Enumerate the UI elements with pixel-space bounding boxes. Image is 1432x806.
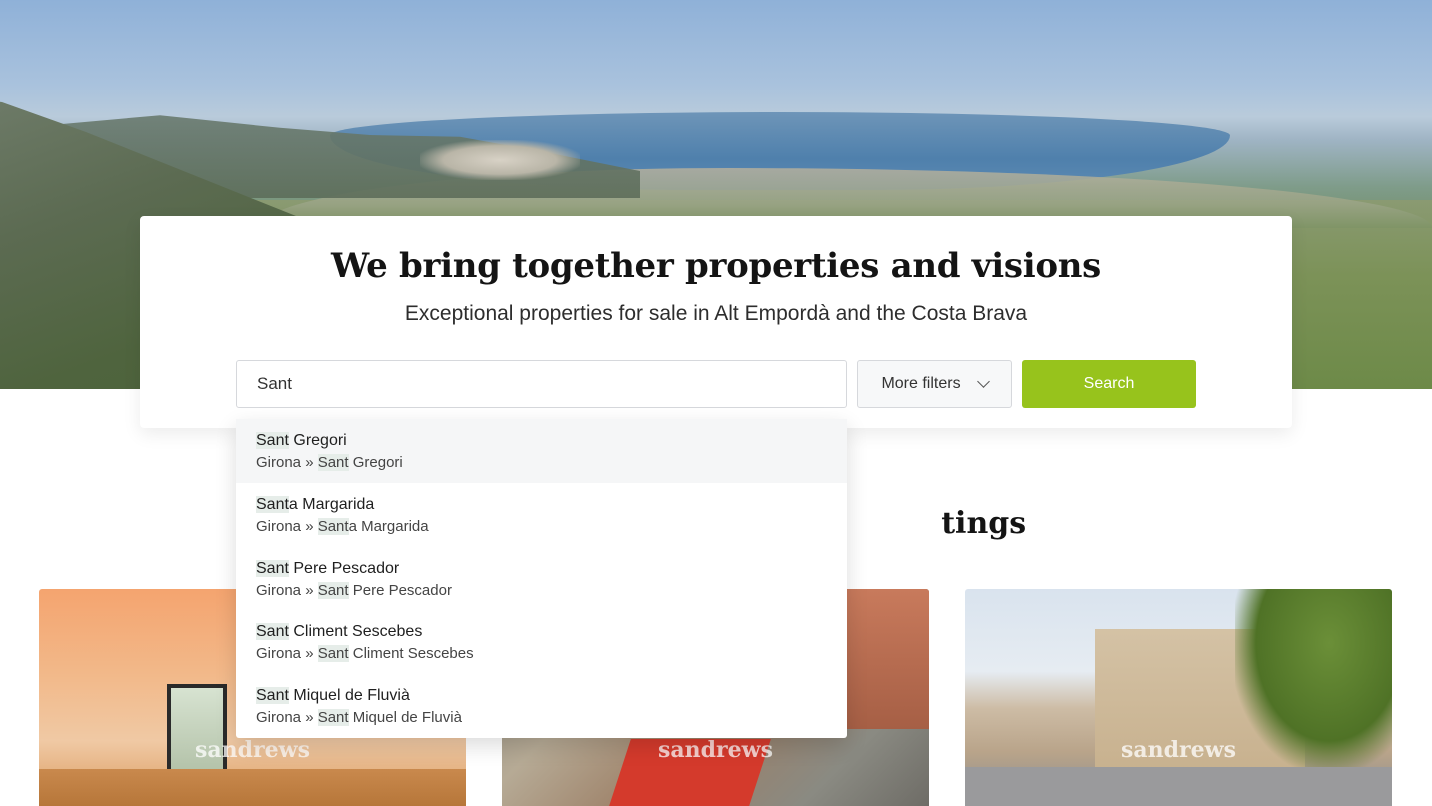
photo-watermark: sandrews [1121, 737, 1236, 763]
suggestion-name-rest: Pere Pescador [288, 559, 400, 577]
suggestion-match: Sant [256, 495, 289, 513]
listing-photo-block [847, 589, 929, 729]
page-subtitle: Exceptional properties for sale in Alt E… [404, 302, 1028, 325]
suggestion-region: Girona » [256, 709, 318, 727]
suggestion-region: Girona » [256, 581, 318, 599]
suggestion-name-rest: a Margarida [288, 495, 375, 513]
search-button[interactable]: Search [1022, 360, 1196, 408]
photo-watermark: sandrews [658, 737, 773, 763]
suggestion-item[interactable]: Santa Margarida Girona » Santa Margarida [236, 483, 847, 547]
suggestion-name-rest: Gregori [288, 432, 347, 449]
suggestion-region: Girona » [256, 454, 318, 471]
suggestion-match: Sant [256, 623, 289, 641]
suggestion-name: Sant Climent Sescebes [256, 622, 827, 642]
suggestion-item[interactable]: Sant Climent Sescebes Girona » Sant Clim… [236, 610, 847, 674]
hero-town [420, 140, 580, 180]
more-filters-button[interactable]: More filters [857, 360, 1012, 408]
autocomplete-dropdown: Sant Gregori Girona » Sant Gregori Santa… [236, 419, 847, 738]
suggestion-name: Santa Margarida [256, 495, 827, 515]
suggestion-name: Sant Pere Pescador [256, 559, 827, 579]
suggestion-path-match: Sant [317, 517, 349, 535]
search-input[interactable] [236, 360, 847, 408]
suggestion-path-rest: Climent Sescebes [348, 645, 474, 663]
suggestion-match: Sant [256, 432, 289, 449]
section-title-visible: tings [941, 506, 1027, 541]
photo-watermark: sandrews [195, 737, 310, 763]
suggestion-name-rest: Miquel de Fluvià [288, 687, 410, 705]
chevron-down-icon [976, 375, 990, 388]
page-title: We bring together properties and visions [331, 246, 1101, 286]
suggestion-path: Girona » Santa Margarida [256, 517, 827, 537]
suggestion-name: Sant Gregori [256, 431, 827, 451]
listing-photo-road [965, 767, 1392, 806]
suggestion-path: Girona » Sant Miquel de Fluvià [256, 708, 827, 728]
suggestion-path-rest: Pere Pescador [348, 581, 452, 599]
suggestion-path-rest: a Margarida [348, 517, 429, 535]
listing-photo-floor [39, 769, 466, 806]
suggestion-match: Sant [256, 559, 289, 577]
suggestion-path: Girona » Sant Gregori [256, 453, 827, 473]
suggestion-path: Girona » Sant Climent Sescebes [256, 644, 827, 664]
suggestion-item[interactable]: Sant Miquel de Fluvià Girona » Sant Miqu… [236, 674, 847, 738]
suggestion-path-match: Sant [317, 454, 349, 471]
suggestion-region: Girona » [256, 517, 318, 535]
suggestion-path-match: Sant [317, 645, 349, 663]
suggestion-path-rest: Miquel de Fluvià [348, 709, 462, 727]
more-filters-label: More filters [881, 375, 961, 392]
suggestion-path-match: Sant [317, 581, 349, 599]
suggestion-path-match: Sant [317, 709, 349, 727]
suggestion-region: Girona » [256, 645, 318, 663]
suggestion-path-rest: Gregori [348, 454, 403, 471]
suggestion-match: Sant [256, 687, 289, 705]
suggestion-name: Sant Miquel de Fluvià [256, 686, 827, 706]
suggestion-path: Girona » Sant Pere Pescador [256, 581, 827, 601]
suggestion-item[interactable]: Sant Pere Pescador Girona » Sant Pere Pe… [236, 547, 847, 611]
suggestion-name-rest: Climent Sescebes [288, 623, 423, 641]
suggestion-item[interactable]: Sant Gregori Girona » Sant Gregori [236, 419, 847, 483]
listing-card[interactable]: sandrews [965, 589, 1392, 806]
